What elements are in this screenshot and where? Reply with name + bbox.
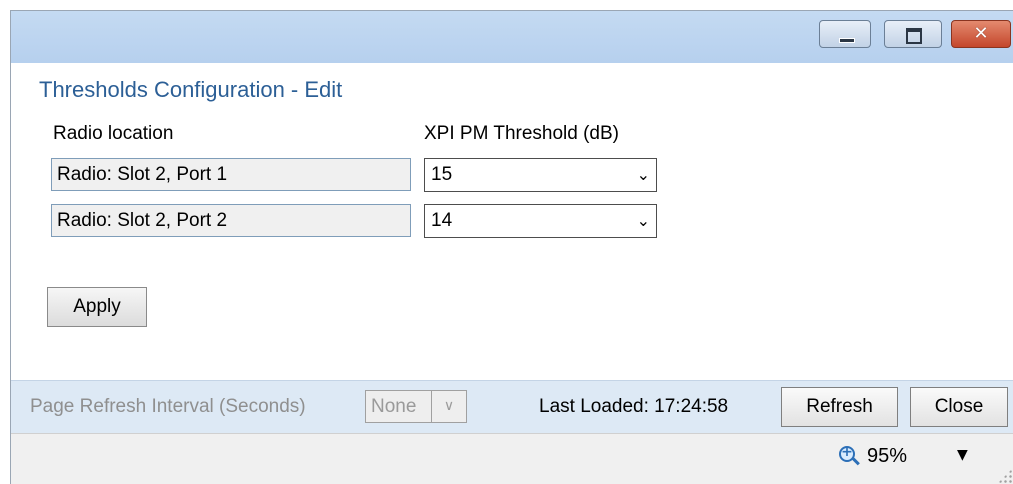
chevron-down-icon: ⌄	[636, 165, 650, 184]
refresh-interval-label: Page Refresh Interval (Seconds)	[30, 396, 306, 417]
window-close-button[interactable]: ✕	[951, 20, 1011, 48]
apply-button[interactable]: Apply	[47, 287, 147, 327]
zoom-icon[interactable]	[839, 444, 855, 462]
dialog-window: ✕ Thresholds Configuration - Edit Radio …	[10, 10, 1013, 484]
refresh-button[interactable]: Refresh	[781, 387, 898, 427]
refresh-interval-select[interactable]: None ∨	[365, 390, 467, 423]
page-title: Thresholds Configuration - Edit	[39, 77, 343, 102]
radio-location-field: Radio: Slot 2, Port 1	[51, 158, 411, 191]
zoom-dropdown-icon[interactable]: ▼	[957, 447, 968, 463]
close-icon: ✕	[973, 23, 989, 44]
chevron-down-icon: ⌄	[636, 211, 650, 230]
chevron-down-icon: ∨	[431, 391, 466, 422]
minimize-icon	[839, 38, 855, 43]
minimize-button[interactable]	[819, 20, 871, 48]
zoom-level[interactable]: 95%	[867, 445, 907, 468]
xpi-threshold-value: 14	[431, 210, 453, 231]
xpi-threshold-value: 15	[431, 164, 453, 185]
last-loaded-text: Last Loaded: 17:24:58	[539, 396, 729, 417]
xpi-threshold-header: XPI PM Threshold (dB)	[424, 123, 620, 144]
resize-grip-icon[interactable]	[998, 469, 1012, 483]
radio-location-header: Radio location	[53, 123, 174, 144]
maximize-button[interactable]	[884, 20, 942, 48]
status-bar: 95% ▼	[11, 433, 1013, 484]
close-button[interactable]: Close	[910, 387, 1008, 427]
xpi-threshold-select[interactable]: 15 ⌄	[424, 158, 657, 192]
title-bar[interactable]: ✕	[11, 11, 1013, 63]
maximize-icon	[906, 28, 922, 44]
refresh-interval-value: None	[371, 396, 417, 417]
radio-location-field: Radio: Slot 2, Port 2	[51, 204, 411, 237]
xpi-threshold-select[interactable]: 14 ⌄	[424, 204, 657, 238]
footer-bar: Page Refresh Interval (Seconds) None ∨ L…	[11, 380, 1013, 433]
